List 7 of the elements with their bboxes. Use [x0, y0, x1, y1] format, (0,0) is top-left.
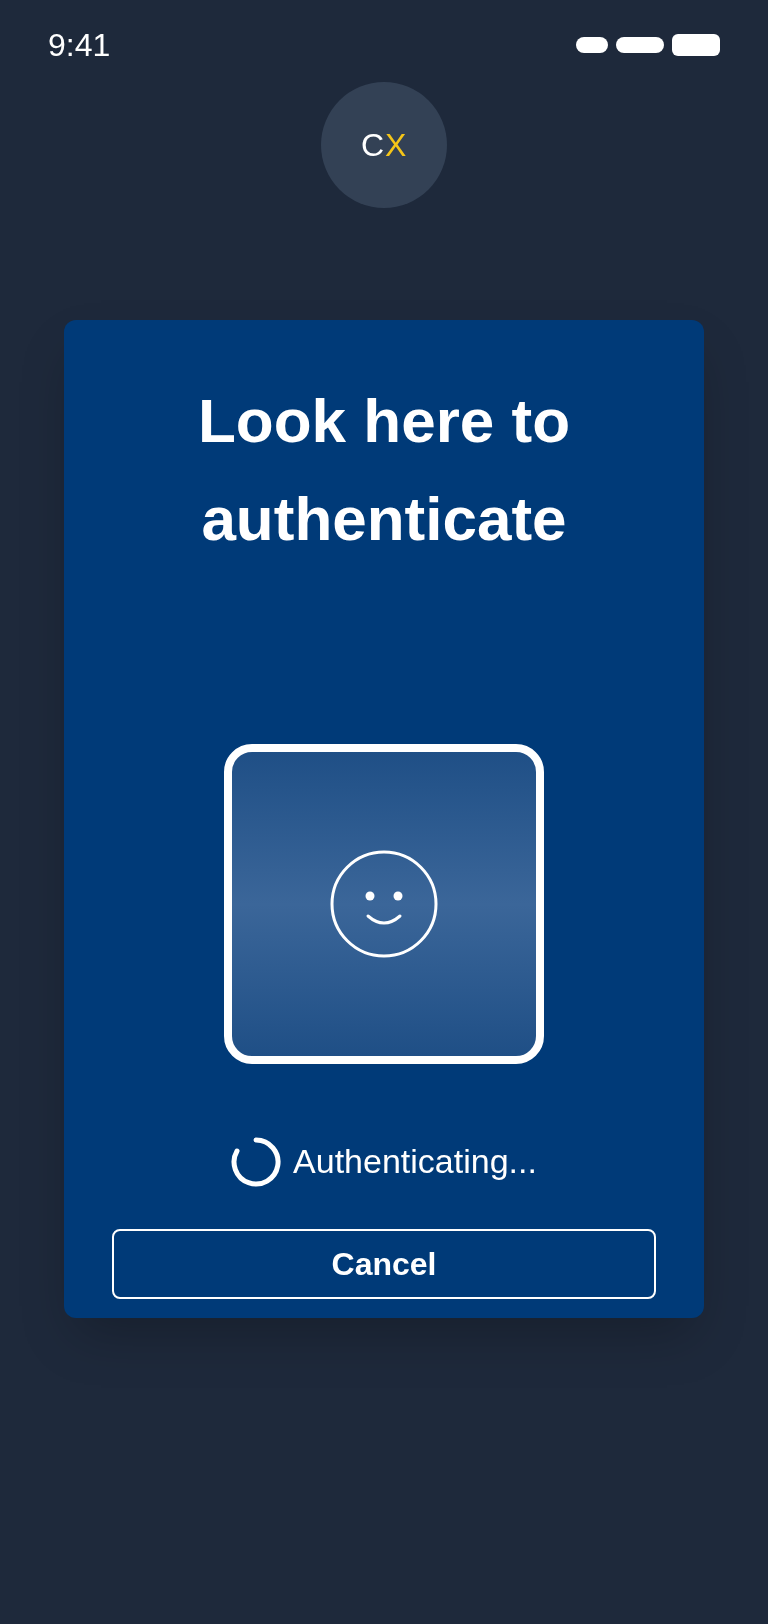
logo-text: CX	[360, 126, 408, 165]
spinner-icon	[231, 1136, 282, 1187]
status-text: Authenticating...	[293, 1141, 537, 1182]
cancel-button[interactable]: Cancel	[112, 1229, 656, 1299]
status-time: 9:41	[48, 26, 111, 65]
smiley-icon	[330, 850, 438, 958]
card-title: Look here to authenticate	[197, 385, 571, 555]
